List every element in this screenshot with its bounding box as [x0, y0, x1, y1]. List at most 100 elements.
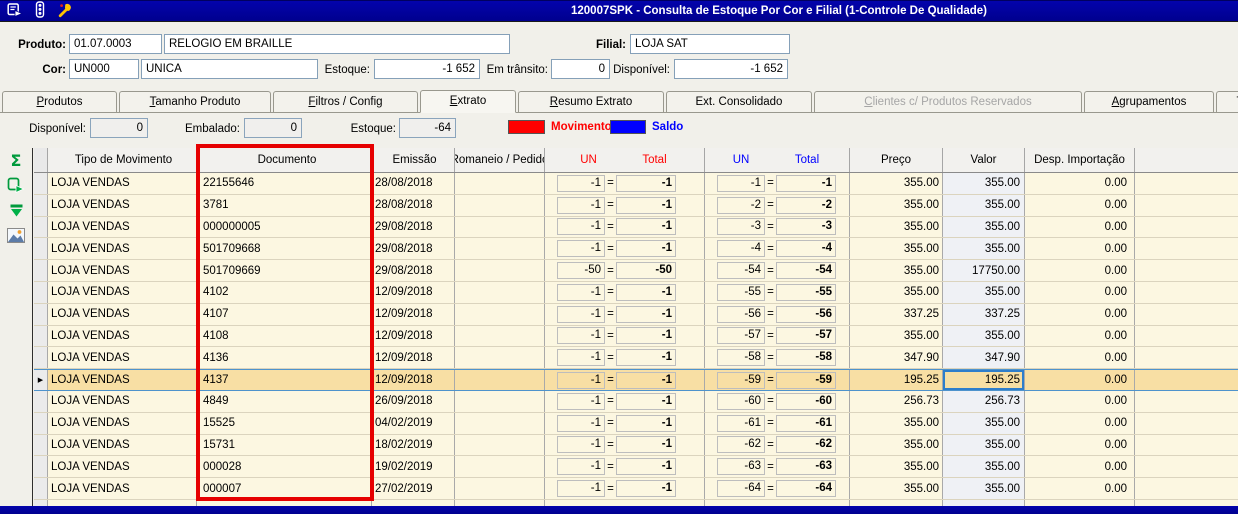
cell-saldo-total[interactable]: -62 [776, 436, 836, 454]
cell-movimento[interactable]: -50 = -50 [545, 260, 705, 281]
cell-desp-importacao[interactable]: 0.00 [1025, 281, 1135, 303]
cell-romaneio-pedido[interactable] [455, 325, 545, 347]
cell-valor[interactable]: 347.90 [943, 347, 1025, 369]
cell-desp-importacao[interactable]: 0.00 [1025, 390, 1135, 412]
table-row[interactable]: LOJA VENDAS 15525 04/02/2019 -1 = -1 -61 = -61 35… [34, 412, 1238, 435]
cell-tipo-movimento[interactable]: LOJA VENDAS [48, 194, 197, 216]
cell-romaneio-pedido[interactable] [455, 194, 545, 216]
cell-saldo-total[interactable]: -54 [776, 262, 836, 280]
cell-movimento[interactable]: -1 = -1 [545, 434, 705, 456]
cell-romaneio-pedido[interactable] [455, 173, 545, 194]
col-documento[interactable]: Documento [197, 148, 372, 172]
cell-romaneio-pedido[interactable] [455, 238, 545, 260]
cell-movimento-un[interactable]: -1 [557, 458, 605, 476]
cell-preco[interactable]: 347.90 [850, 347, 943, 369]
cell-movimento-total[interactable]: -1 [616, 436, 676, 454]
export-result-icon[interactable] [6, 176, 26, 195]
table-row[interactable]: LOJA VENDAS 000028 19/02/2019 -1 = -1 -63 = -63 3… [34, 456, 1238, 479]
cell-valor[interactable]: 17750.00 [943, 260, 1025, 281]
filial-field[interactable]: LOJA SAT [630, 34, 790, 54]
table-row[interactable]: LOJA VENDAS 15731 18/02/2019 -1 = -1 -62 = -62 35… [34, 434, 1238, 457]
cell-emissao[interactable]: 27/02/2019 [372, 478, 455, 499]
cell-saldo[interactable]: -60 = -60 [705, 390, 850, 412]
cell-romaneio-pedido[interactable] [455, 456, 545, 478]
tab-tamanho-produto[interactable]: Tamanho Produto [119, 91, 271, 112]
cell-saldo[interactable]: -3 = -3 [705, 216, 850, 238]
cell-saldo-total[interactable]: -3 [776, 218, 836, 236]
tab-agrupamentos[interactable]: Agrupamentos [1084, 91, 1214, 112]
cell-valor[interactable]: 355.00 [943, 325, 1025, 347]
cell-tipo-movimento[interactable]: LOJA VENDAS [48, 390, 197, 412]
cell-saldo-total[interactable]: -63 [776, 458, 836, 476]
table-row[interactable]: LOJA VENDAS 4849 26/09/2018 -1 = -1 -60 = -60 256… [34, 390, 1238, 413]
cell-movimento[interactable]: -1 = -1 [545, 412, 705, 434]
cell-documento[interactable]: 15731 [197, 434, 372, 456]
cell-desp-importacao[interactable]: 0.00 [1025, 370, 1135, 390]
cell-preco[interactable]: 256.73 [850, 390, 943, 412]
cell-movimento-total[interactable]: -1 [616, 240, 676, 258]
table-row[interactable]: LOJA VENDAS 501709668 29/08/2018 -1 = -1 -4 = -4… [34, 238, 1238, 261]
cell-documento[interactable]: 22155646 [197, 173, 372, 194]
cell-tipo-movimento[interactable]: LOJA VENDAS [48, 260, 197, 281]
cell-movimento[interactable]: -1 = -1 [545, 194, 705, 216]
cell-preco[interactable]: 355.00 [850, 173, 943, 194]
cell-valor[interactable]: 355.00 [943, 456, 1025, 478]
cell-preco[interactable]: 355.00 [850, 478, 943, 499]
tab-produtos[interactable]: Produtos [2, 91, 117, 112]
cell-valor[interactable]: 256.73 [943, 390, 1025, 412]
table-row[interactable]: LOJA VENDAS 000007 27/02/2019 -1 = -1 -64 = -64 3… [34, 478, 1238, 500]
cell-tipo-movimento[interactable]: LOJA VENDAS [48, 347, 197, 369]
cell-documento[interactable]: 4102 [197, 281, 372, 303]
embalado-field[interactable]: 0 [244, 118, 302, 138]
cell-desp-importacao[interactable]: 0.00 [1025, 456, 1135, 478]
cell-tipo-movimento[interactable]: LOJA VENDAS [48, 478, 197, 499]
cell-valor[interactable]: 355.00 [943, 281, 1025, 303]
cell-tipo-movimento[interactable]: LOJA VENDAS [48, 456, 197, 478]
col-desp-importacao[interactable]: Desp. Importação [1025, 148, 1135, 172]
traffic-light-icon[interactable] [34, 1, 46, 21]
cell-preco[interactable]: 355.00 [850, 194, 943, 216]
cell-emissao[interactable]: 12/09/2018 [372, 325, 455, 347]
cell-preco[interactable]: 355.00 [850, 456, 943, 478]
cell-emissao[interactable]: 29/08/2018 [372, 238, 455, 260]
cell-desp-importacao[interactable]: 0.00 [1025, 238, 1135, 260]
cell-saldo-total[interactable]: -2 [776, 196, 836, 214]
col-movimento-un-total[interactable]: UN Total [545, 148, 705, 172]
cell-saldo-un[interactable]: -62 [717, 436, 765, 454]
cell-preco[interactable]: 355.00 [850, 238, 943, 260]
cell-saldo-un[interactable]: -2 [717, 196, 765, 214]
cell-desp-importacao[interactable]: 0.00 [1025, 260, 1135, 281]
cell-valor[interactable]: 355.00 [943, 434, 1025, 456]
cell-movimento[interactable]: -1 = -1 [545, 478, 705, 499]
cell-desp-importacao[interactable]: 0.00 [1025, 478, 1135, 499]
cell-saldo[interactable]: -2 = -2 [705, 194, 850, 216]
cell-preco[interactable]: 355.00 [850, 260, 943, 281]
tab-tr-ns[interactable]: Trâns [1216, 91, 1238, 112]
cell-saldo[interactable]: -64 = -64 [705, 478, 850, 499]
cell-saldo-un[interactable]: -1 [717, 174, 765, 192]
cell-saldo-total[interactable]: -57 [776, 327, 836, 345]
cell-tipo-movimento[interactable]: LOJA VENDAS [48, 216, 197, 238]
cell-movimento[interactable]: -1 = -1 [545, 238, 705, 260]
tab-resumo-extrato[interactable]: Resumo Extrato [518, 91, 664, 112]
cell-tipo-movimento[interactable]: LOJA VENDAS [48, 370, 197, 390]
sum-icon[interactable]: Σ [6, 151, 26, 170]
cell-movimento[interactable]: -1 = -1 [545, 216, 705, 238]
em-transito-field[interactable]: 0 [551, 59, 610, 79]
cell-valor[interactable]: 355.00 [943, 412, 1025, 434]
cell-valor[interactable]: 355.00 [943, 238, 1025, 260]
cell-desp-importacao[interactable]: 0.00 [1025, 325, 1135, 347]
cell-tipo-movimento[interactable]: LOJA VENDAS [48, 412, 197, 434]
cell-movimento-un[interactable]: -1 [557, 196, 605, 214]
cell-saldo-total[interactable]: -61 [776, 414, 836, 432]
cell-preco[interactable]: 195.25 [850, 370, 943, 390]
cell-movimento[interactable]: -1 = -1 [545, 303, 705, 325]
table-row[interactable]: ▶ LOJA VENDAS 4137 12/09/2018 -1 = -1 -59 = -59 19… [34, 369, 1238, 391]
cell-movimento[interactable]: -1 = -1 [545, 325, 705, 347]
cell-saldo-un[interactable]: -61 [717, 414, 765, 432]
cell-saldo-un[interactable]: -59 [717, 371, 765, 389]
cell-movimento-un[interactable]: -1 [557, 240, 605, 258]
cell-emissao[interactable]: 04/02/2019 [372, 412, 455, 434]
wrench-icon[interactable] [57, 2, 74, 21]
cell-saldo[interactable]: -56 = -56 [705, 303, 850, 325]
